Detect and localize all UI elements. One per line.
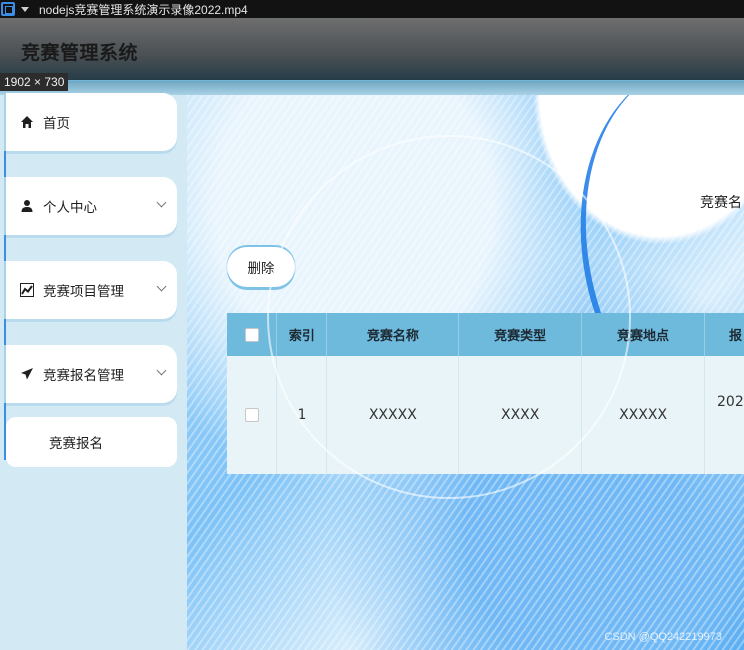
player-title-bar: nodejs竞赛管理系统演示录像2022.mp4 [0,0,744,18]
sidebar-item-competition-registration[interactable]: 竞赛报名管理 [6,345,177,403]
delete-button[interactable]: 删除 [227,247,295,287]
window-icon [1,2,15,16]
send-icon [19,366,35,382]
sidebar-item-label: 首页 [43,116,70,132]
watermark: CSDN @QQ242219973 [604,631,722,643]
table-row[interactable]: 1 XXXXX XXXX XXXXX 2022 [227,356,744,474]
search-label: 竞赛名 [700,195,742,211]
sidebar-item-label: 竞赛报名管理 [43,368,124,384]
row-checkbox-cell [227,356,278,474]
cell-location: XXXXX [581,356,705,474]
cell-type: XXXX [458,356,583,474]
column-header[interactable]: 竞赛类型 [458,313,583,356]
sidebar-item-label: 竞赛项目管理 [43,284,124,300]
dimension-badge: 1902 × 730 [0,73,69,91]
column-header[interactable]: 竞赛名称 [326,313,460,356]
table-header-row: 索引 竞赛名称 竞赛类型 竞赛地点 报 [227,313,744,356]
submenu-item-label: 竞赛报名 [49,436,103,452]
cell-name: XXXXX [326,356,460,474]
column-header[interactable]: 索引 [276,313,328,356]
data-table: 索引 竞赛名称 竞赛类型 竞赛地点 报 1 XXXXX XXXX XXXXX 2… [227,313,744,474]
sidebar-item-competition-projects[interactable]: 竞赛项目管理 [6,261,177,319]
chevron-down-icon [156,197,167,208]
select-all-checkbox[interactable] [244,327,259,342]
column-header[interactable]: 竞赛地点 [581,313,705,356]
app-header: 竞赛管理系统 [0,18,744,81]
column-header[interactable]: 报 [704,313,744,356]
user-icon [19,198,35,214]
sidebar-item-personal-center[interactable]: 个人中心 [6,177,177,235]
home-icon [19,114,35,130]
chart-icon [19,282,35,298]
chevron-down-icon [156,281,167,292]
main-content: 竞赛名 删除 索引 竞赛名称 竞赛类型 竞赛地点 报 1 XXXXX XXXX … [187,95,744,650]
caret-down-icon[interactable] [21,6,29,12]
sidebar-item-home[interactable]: 首页 [6,93,177,151]
app-title: 竞赛管理系统 [21,42,139,64]
row-checkbox[interactable] [244,408,259,422]
sidebar-item-label: 个人中心 [43,200,97,216]
select-all-cell [227,313,278,356]
cell-date: 2022 [704,356,744,474]
video-title: nodejs竞赛管理系统演示录像2022.mp4 [39,2,248,17]
submenu-item-registration[interactable]: 竞赛报名 [6,417,177,467]
cell-index: 1 [276,356,328,474]
chevron-down-icon [156,365,167,376]
